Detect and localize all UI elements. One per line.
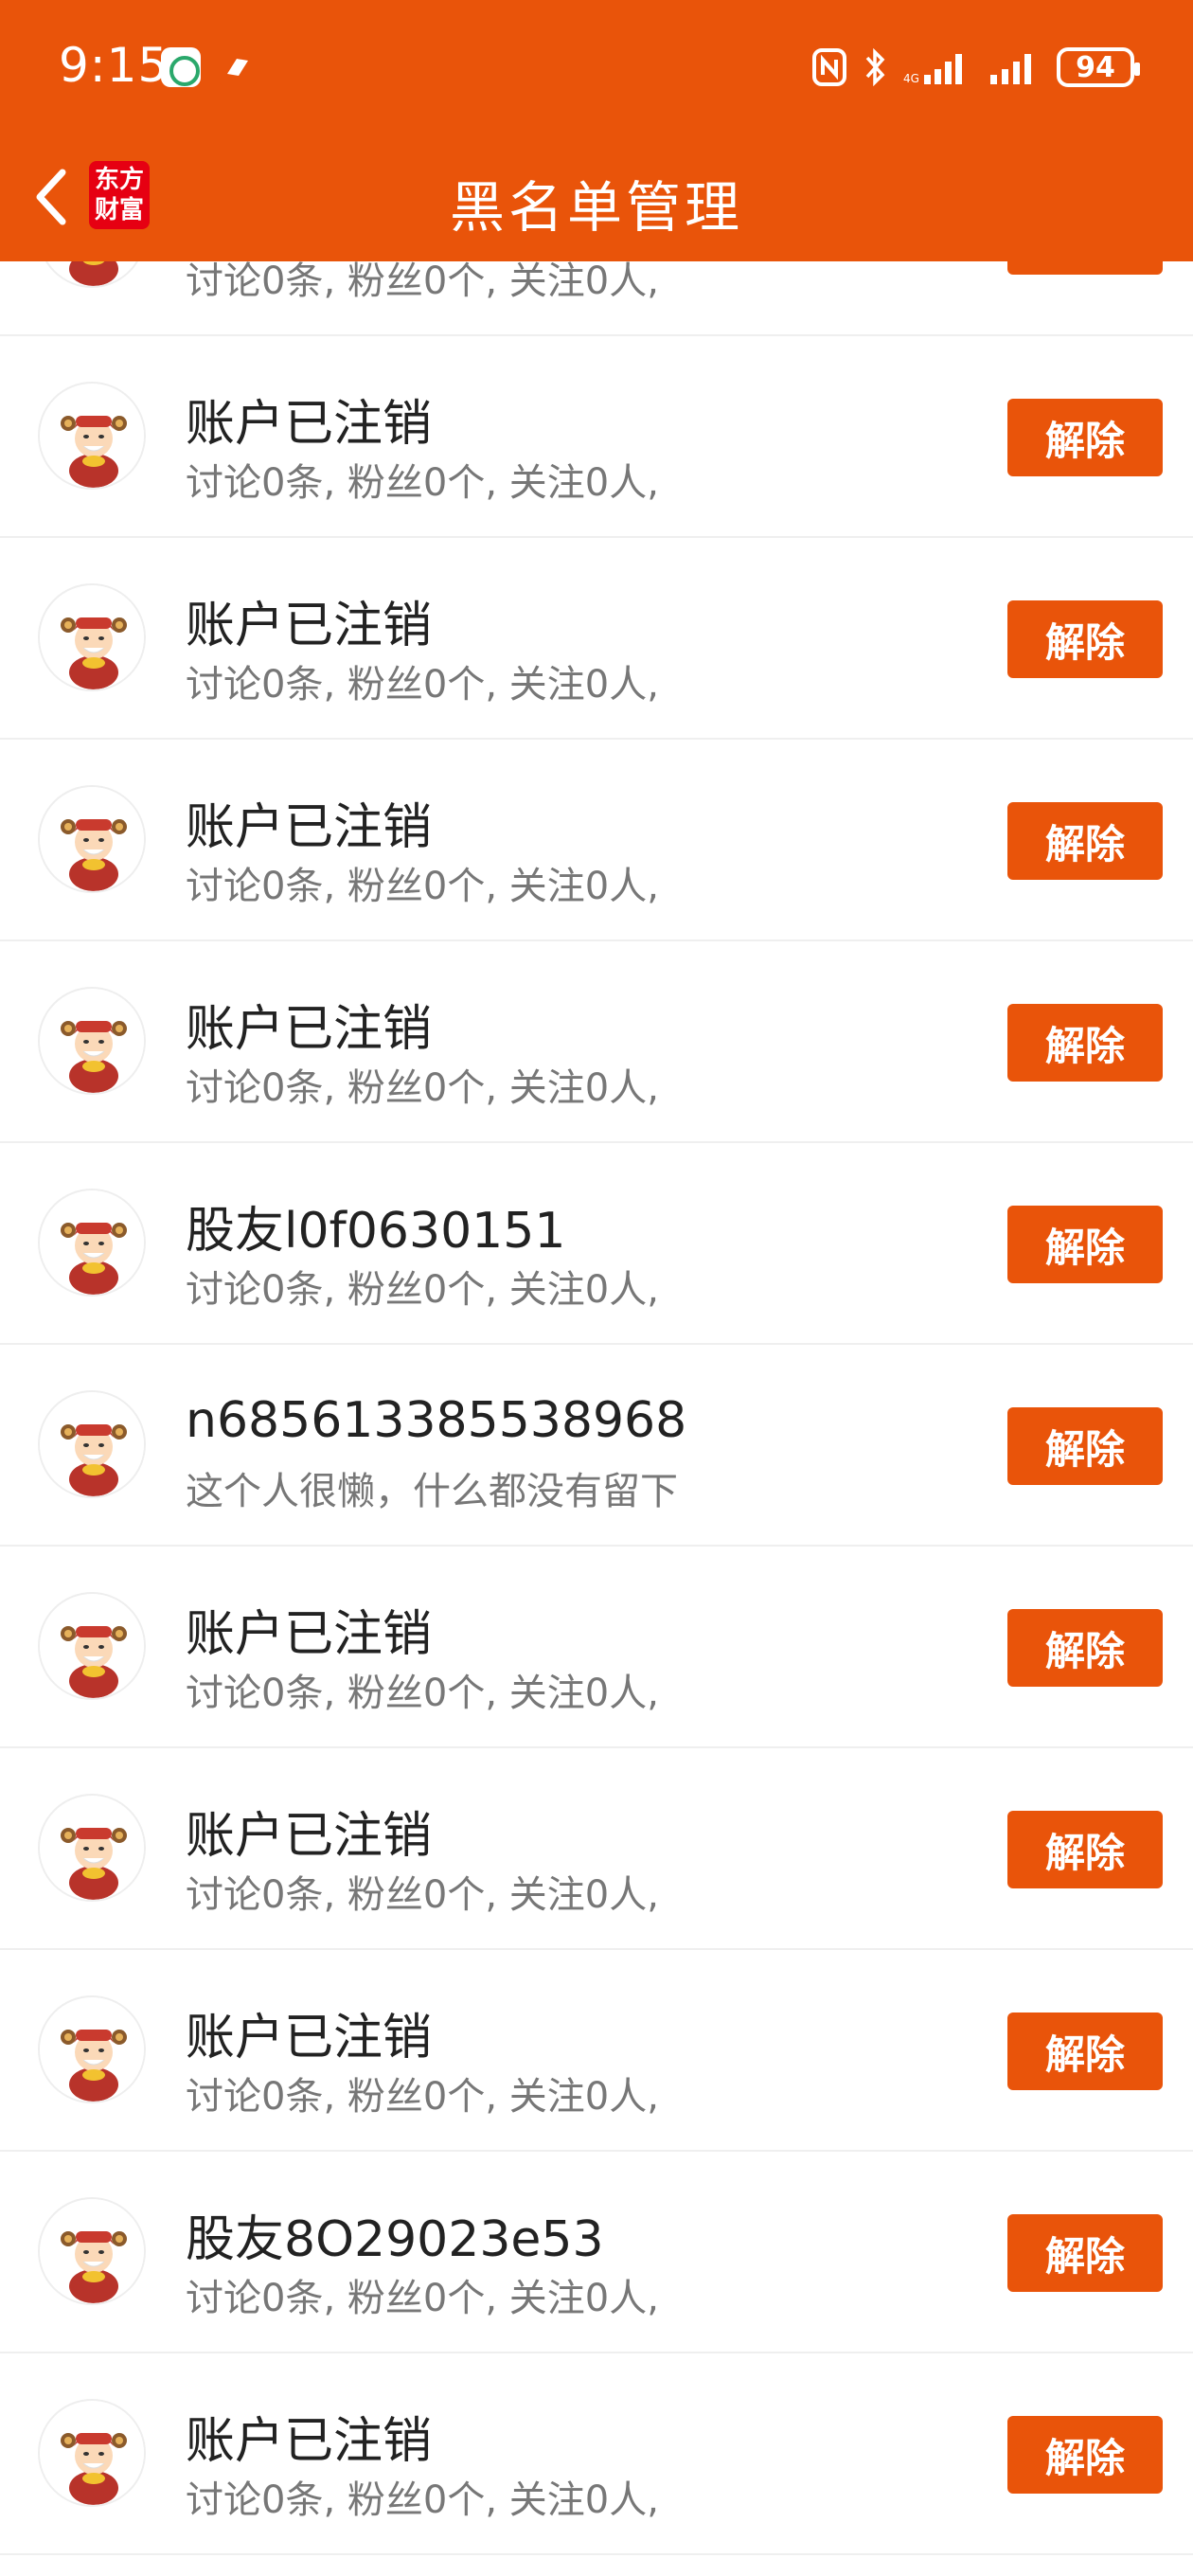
list-item: 账户已注销讨论0条, 粉丝0个, 关注0人, 解除 — [0, 2353, 1193, 2555]
user-name[interactable]: 账户已注销 — [186, 1997, 432, 2068]
unblock-button[interactable]: 解除 — [1007, 2416, 1163, 2494]
list-item: n685613385538968 这个人很懒，什么都没有留下 解除 — [0, 1345, 1193, 1547]
user-stats: 讨论0条, 粉丝0个, 关注0人, — [186, 461, 659, 505]
list-item: 账户已注销讨论0条, 粉丝0个, 关注0人, 解除 — [0, 1950, 1193, 2152]
user-stats: 讨论0条, 粉丝0个, 关注0人, — [186, 1672, 659, 1715]
avatar[interactable] — [38, 1995, 146, 2103]
unblock-button[interactable]: 解除 — [1007, 1206, 1163, 1283]
list-item: 账户已注销讨论0条, 粉丝0个, 关注0人, 解除 — [0, 740, 1193, 941]
blacklist-list: 讨论0条, 粉丝0个, 关注0人,解除 账户已注销讨论0条, 粉丝0个, 关注0… — [0, 134, 1193, 2555]
avatar[interactable] — [38, 583, 146, 691]
app-header: 9:15 4G 94 东方 财富 黑名单管理 — [0, 0, 1193, 261]
list-item: 账户已注销讨论0条, 粉丝0个, 关注0人, 解除 — [0, 1748, 1193, 1950]
battery-icon: 94 — [1057, 47, 1140, 87]
user-name[interactable]: 账户已注销 — [186, 1594, 432, 1665]
avatar[interactable] — [38, 1592, 146, 1700]
user-name[interactable]: 账户已注销 — [186, 1796, 432, 1867]
avatar[interactable] — [38, 1390, 146, 1498]
avatar[interactable] — [38, 785, 146, 893]
nav-bar: 东方 财富 黑名单管理 — [0, 142, 1193, 261]
user-stats: 讨论0条, 粉丝0个, 关注0人, — [186, 1873, 659, 1917]
user-name[interactable]: 账户已注销 — [186, 2401, 432, 2472]
status-time: 9:15 — [59, 38, 169, 93]
user-name[interactable]: n685613385538968 — [186, 1392, 686, 1449]
nfc-icon — [812, 48, 846, 86]
user-stats: 讨论0条, 粉丝0个, 关注0人, — [186, 1268, 659, 1312]
list-item: 股友l0f0630151 讨论0条, 粉丝0个, 关注0人, 解除 — [0, 1143, 1193, 1345]
status-bar: 9:15 4G 94 — [0, 0, 1193, 142]
user-stats: 讨论0条, 粉丝0个, 关注0人, — [186, 663, 659, 707]
user-name[interactable]: 股友l0f0630151 — [186, 1190, 565, 1261]
app-icon-red — [218, 47, 258, 87]
unblock-button[interactable]: 解除 — [1007, 2214, 1163, 2292]
avatar[interactable] — [38, 987, 146, 1095]
unblock-button[interactable]: 解除 — [1007, 802, 1163, 880]
list-item: 账户已注销讨论0条, 粉丝0个, 关注0人, 解除 — [0, 336, 1193, 538]
list-item: 股友8O29023e53 讨论0条, 粉丝0个, 关注0人, 解除 — [0, 2152, 1193, 2353]
unblock-button[interactable]: 解除 — [1007, 1609, 1163, 1687]
user-stats: 讨论0条, 粉丝0个, 关注0人, — [186, 2478, 659, 2522]
signal-icon-1: 4G — [903, 48, 971, 86]
avatar[interactable] — [38, 2197, 146, 2305]
unblock-button[interactable]: 解除 — [1007, 1004, 1163, 1082]
avatar[interactable] — [38, 2399, 146, 2507]
avatar[interactable] — [38, 382, 146, 490]
signal-icon-2 — [988, 48, 1040, 86]
page-title: 黑名单管理 — [449, 175, 743, 240]
user-name[interactable]: 股友8O29023e53 — [186, 2199, 604, 2270]
unblock-button[interactable]: 解除 — [1007, 1407, 1163, 1485]
user-stats: 讨论0条, 粉丝0个, 关注0人, — [186, 865, 659, 908]
user-name[interactable]: 账户已注销 — [186, 585, 432, 656]
unblock-button[interactable]: 解除 — [1007, 399, 1163, 476]
list-item: 账户已注销讨论0条, 粉丝0个, 关注0人, 解除 — [0, 941, 1193, 1143]
list-item: 账户已注销讨论0条, 粉丝0个, 关注0人, 解除 — [0, 538, 1193, 740]
user-stats: 讨论0条, 粉丝0个, 关注0人, — [186, 2277, 659, 2320]
avatar[interactable] — [38, 1189, 146, 1297]
unblock-button[interactable]: 解除 — [1007, 600, 1163, 678]
user-stats: 讨论0条, 粉丝0个, 关注0人, — [186, 1066, 659, 1110]
status-icons: 4G 94 — [812, 44, 1140, 91]
user-name[interactable]: 账户已注销 — [186, 384, 432, 455]
bluetooth-icon — [864, 48, 886, 86]
svg-text:4G: 4G — [903, 72, 919, 85]
user-name[interactable]: 账户已注销 — [186, 989, 432, 1060]
unblock-button[interactable]: 解除 — [1007, 2012, 1163, 2090]
avatar[interactable] — [38, 1794, 146, 1902]
app-icon-green — [161, 47, 201, 87]
list-item: 账户已注销讨论0条, 粉丝0个, 关注0人, 解除 — [0, 1547, 1193, 1748]
user-stats: 这个人很懒，什么都没有留下 — [186, 1470, 678, 1513]
user-stats: 讨论0条, 粉丝0个, 关注0人, — [186, 2075, 659, 2119]
unblock-button[interactable]: 解除 — [1007, 1811, 1163, 1888]
user-name[interactable]: 账户已注销 — [186, 787, 432, 858]
